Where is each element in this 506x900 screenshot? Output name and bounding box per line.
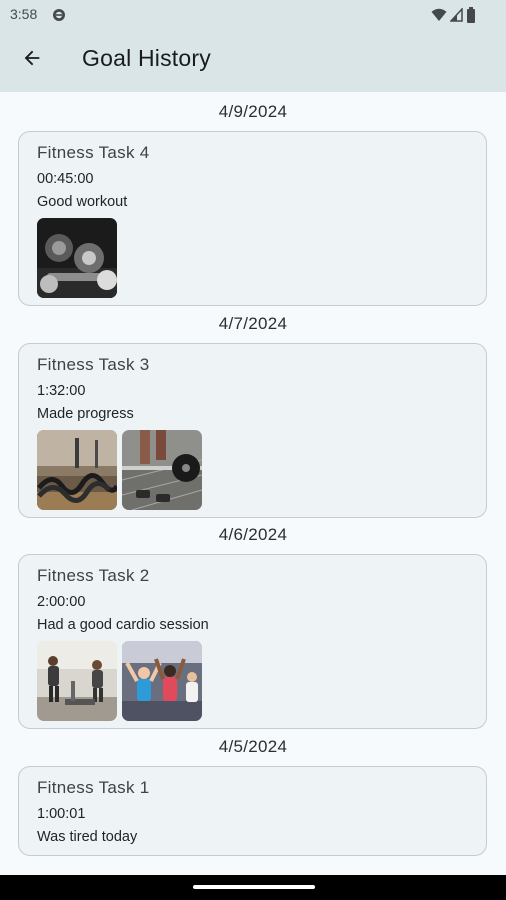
date-header: 4/7/2024 [218, 314, 288, 333]
task-note: Good workout [37, 194, 128, 210]
arrow-back-icon [21, 47, 43, 74]
battery-icon [466, 7, 476, 28]
status-time: 3:58 [10, 6, 38, 22]
task-note: Made progress [37, 406, 134, 422]
task-title: Fitness Task 3 [37, 355, 150, 374]
task-title: Fitness Task 1 [37, 778, 150, 797]
back-button[interactable] [12, 40, 52, 80]
top-app-area: 3:58 Goal History [0, 0, 506, 92]
task-title: Fitness Task 2 [37, 566, 150, 585]
barbell-deadlift-photo[interactable] [122, 430, 202, 510]
group-fitness-class-photo[interactable] [122, 641, 202, 721]
task-duration: 00:45:00 [37, 171, 94, 187]
treadmill-runners-photo[interactable] [37, 641, 117, 721]
task-note: Had a good cardio session [37, 617, 209, 633]
app-bar: Goal History [0, 30, 506, 92]
photo-thumbnails [37, 430, 202, 510]
task-duration: 1:00:01 [37, 806, 86, 822]
goal-entry-card[interactable]: Fitness Task 3 1:32:00 Made progress [18, 343, 487, 518]
date-header: 4/9/2024 [218, 102, 288, 121]
battle-ropes-photo[interactable] [37, 430, 117, 510]
notification-dot-icon [52, 8, 66, 22]
task-title: Fitness Task 4 [37, 143, 150, 162]
signal-icon [449, 7, 463, 27]
date-header: 4/6/2024 [218, 525, 288, 544]
dumbbell-rack-photo[interactable] [37, 218, 117, 298]
task-note: Was tired today [37, 829, 138, 845]
status-bar: 3:58 [0, 0, 506, 30]
goal-entry-card[interactable]: Fitness Task 1 1:00:01 Was tired today [18, 766, 487, 856]
photo-thumbnails [37, 218, 117, 298]
goal-entry-card[interactable]: Fitness Task 2 2:00:00 Had a good cardio… [18, 554, 487, 729]
goal-entry-card[interactable]: Fitness Task 4 00:45:00 Good workout [18, 131, 487, 306]
page-title: Goal History [82, 45, 211, 71]
status-icons [431, 7, 476, 28]
task-duration: 2:00:00 [37, 594, 86, 610]
date-header: 4/5/2024 [218, 737, 288, 756]
home-indicator[interactable] [193, 885, 315, 889]
wifi-icon [431, 8, 447, 27]
task-duration: 1:32:00 [37, 383, 86, 399]
system-navigation-bar [0, 875, 506, 900]
photo-thumbnails [37, 641, 202, 721]
goal-history-list[interactable]: 4/9/2024 Fitness Task 4 00:45:00 Good wo… [0, 92, 506, 875]
